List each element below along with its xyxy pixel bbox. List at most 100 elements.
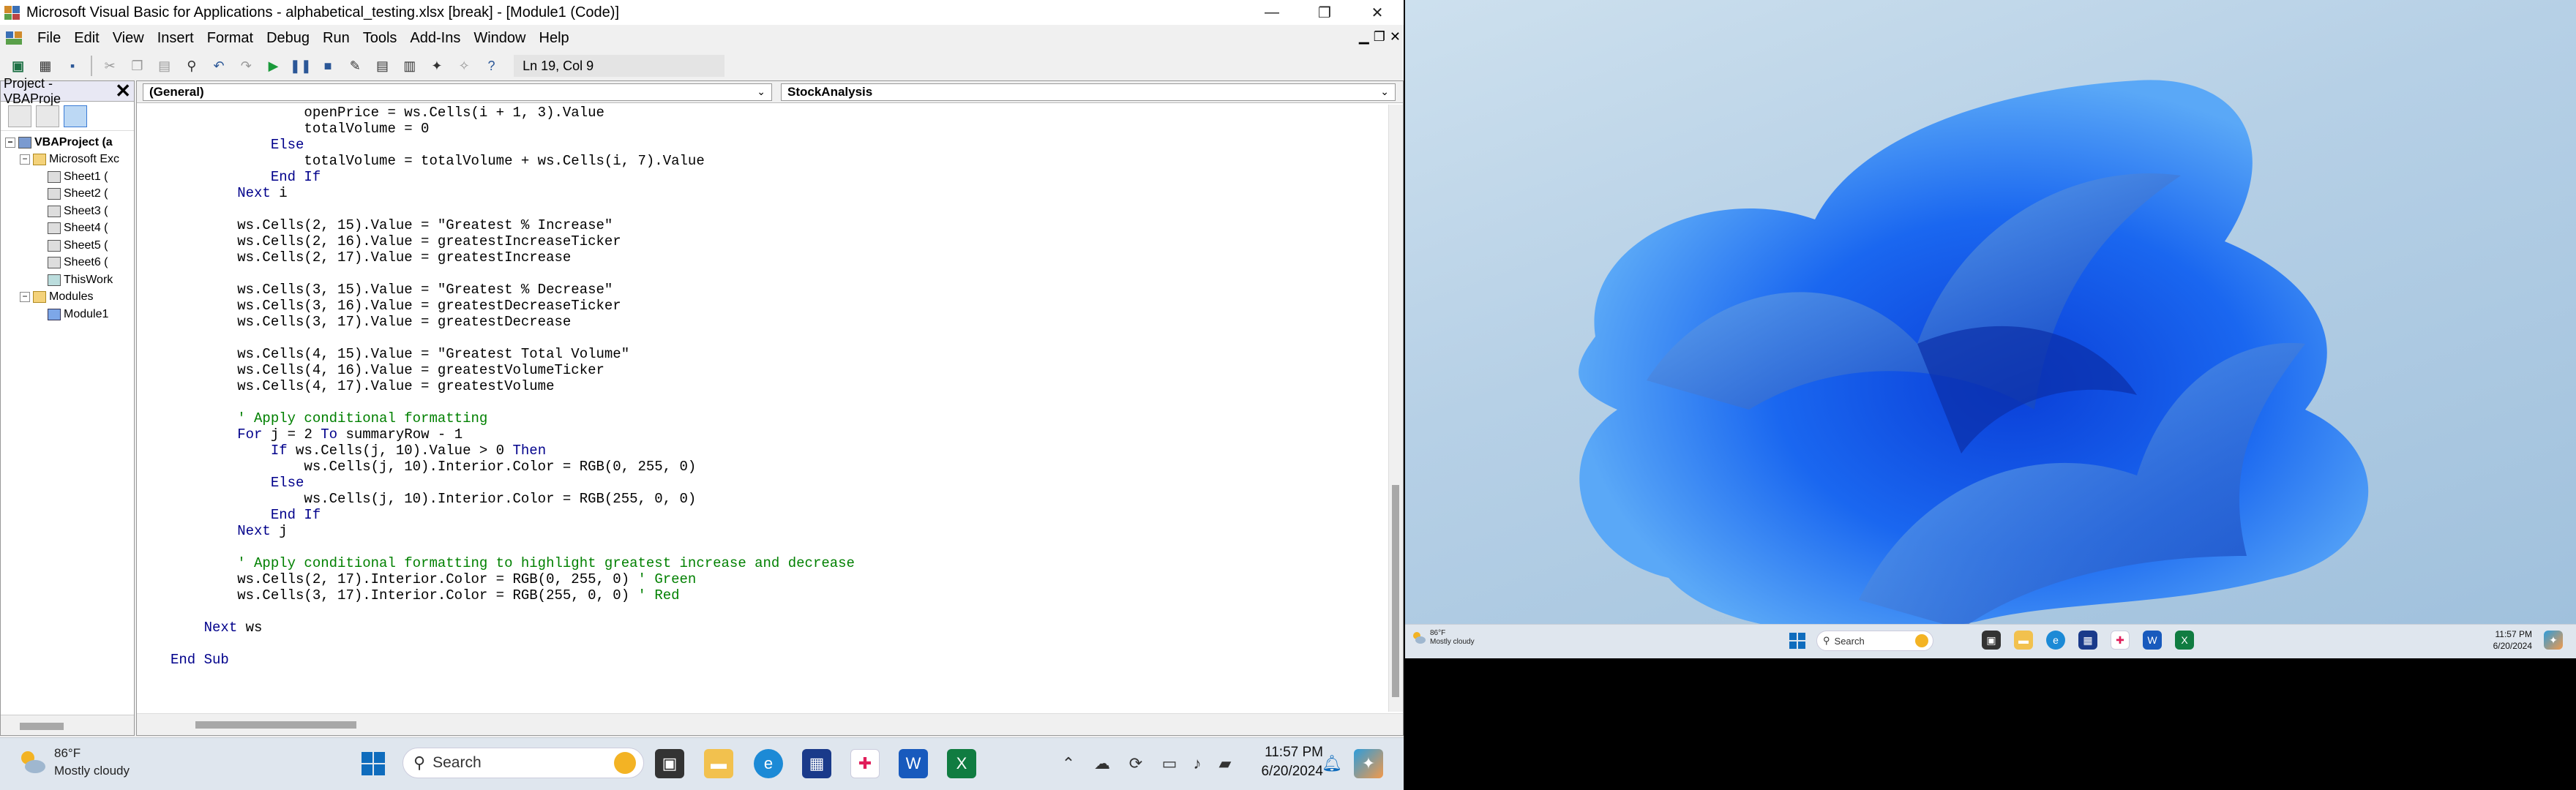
minimize-button[interactable]: — xyxy=(1246,0,1298,25)
copilot-icon[interactable]: ✦ xyxy=(1354,749,1383,778)
word-icon[interactable]: W xyxy=(899,749,928,778)
menu-debug[interactable]: Debug xyxy=(260,30,316,47)
code-line[interactable]: For j = 2 To summaryRow - 1 xyxy=(137,426,1388,443)
display-icon[interactable]: ▭ xyxy=(1155,749,1184,778)
toggle-folders-icon[interactable] xyxy=(64,105,87,127)
restore-button[interactable]: ❐ xyxy=(1298,0,1351,25)
code-line[interactable]: If ws.Cells(j, 10).Value > 0 Then xyxy=(137,443,1388,459)
onedrive-icon[interactable]: ☁ xyxy=(1087,749,1117,778)
code-line[interactable]: ws.Cells(4, 16).Value = greatestVolumeTi… xyxy=(137,362,1388,378)
object-dropdown[interactable]: (General) ⌄ xyxy=(143,83,772,101)
code-line[interactable]: End If xyxy=(137,507,1388,523)
sync-icon[interactable]: ⟳ xyxy=(1121,749,1150,778)
tree-item[interactable]: Sheet1 ( xyxy=(1,168,134,186)
code-line[interactable]: ws.Cells(2, 17).Interior.Color = RGB(0, … xyxy=(137,571,1388,587)
code-line[interactable]: ws.Cells(2, 17).Value = greatestIncrease xyxy=(137,249,1388,266)
code-line[interactable]: Next j xyxy=(137,523,1388,539)
menu-window[interactable]: Window xyxy=(467,30,532,47)
code-line[interactable] xyxy=(137,636,1388,652)
weather-widget-right[interactable]: 86°F Mostly cloudy xyxy=(1411,629,1475,647)
tree-item[interactable]: Sheet5 ( xyxy=(1,237,134,255)
edge-icon[interactable]: e xyxy=(754,749,783,778)
code-line[interactable]: totalVolume = totalVolume + ws.Cells(i, … xyxy=(137,153,1388,169)
code-line[interactable]: totalVolume = 0 xyxy=(137,121,1388,137)
find-icon[interactable]: ⚲ xyxy=(179,54,203,78)
view-object-icon[interactable] xyxy=(36,105,59,127)
code-line[interactable]: ws.Cells(3, 15).Value = "Greatest % Decr… xyxy=(137,282,1388,298)
project-explorer-icon[interactable]: ▤ xyxy=(370,54,394,78)
excel-view-icon[interactable]: ▣ xyxy=(6,54,30,78)
code-line[interactable]: ws.Cells(4, 15).Value = "Greatest Total … xyxy=(137,346,1388,362)
project-close-icon[interactable]: ✕ xyxy=(112,80,134,102)
code-line[interactable] xyxy=(137,603,1388,620)
excel-icon[interactable]: X xyxy=(2175,631,2194,650)
file-explorer-icon[interactable]: ▬ xyxy=(2014,631,2033,650)
design-mode-icon[interactable]: ✎ xyxy=(343,54,367,78)
start-button[interactable] xyxy=(359,749,388,778)
code-line[interactable]: openPrice = ws.Cells(i + 1, 3).Value xyxy=(137,105,1388,121)
code-line[interactable]: End If xyxy=(137,169,1388,185)
code-vertical-scrollbar[interactable] xyxy=(1388,105,1403,712)
code-line[interactable]: End Sub xyxy=(137,652,1388,668)
slack-icon[interactable]: ✚ xyxy=(850,749,880,778)
taskbar-clock[interactable]: 11:57 PM 6/20/2024 xyxy=(1261,743,1323,781)
help-icon[interactable]: ? xyxy=(479,54,503,78)
code-line[interactable] xyxy=(137,539,1388,555)
code-line[interactable]: ws.Cells(j, 10).Interior.Color = RGB(255… xyxy=(137,491,1388,507)
scroll-thumb[interactable] xyxy=(20,723,64,730)
tree-item[interactable]: Sheet6 ( xyxy=(1,255,134,272)
battery-icon[interactable]: ▰ xyxy=(1210,749,1240,778)
code-line[interactable]: Next i xyxy=(137,185,1388,201)
taskbar-search-right[interactable]: ⚲ Search xyxy=(1816,631,1933,651)
code-line[interactable]: ws.Cells(2, 16).Value = greatestIncrease… xyxy=(137,233,1388,249)
menu-tools[interactable]: Tools xyxy=(356,30,404,47)
code-line[interactable]: Next ws xyxy=(137,620,1388,636)
close-button[interactable]: ✕ xyxy=(1351,0,1404,25)
menu-view[interactable]: View xyxy=(106,30,151,47)
toolbox-icon[interactable]: ✧ xyxy=(452,54,476,78)
code-line[interactable]: ws.Cells(3, 17).Interior.Color = RGB(255… xyxy=(137,587,1388,603)
code-line[interactable]: ws.Cells(3, 16).Value = greatestDecrease… xyxy=(137,298,1388,314)
view-code-icon[interactable] xyxy=(8,105,31,127)
scroll-thumb[interactable] xyxy=(1392,485,1399,697)
reset-icon[interactable]: ■ xyxy=(315,54,340,78)
store-icon[interactable]: ▦ xyxy=(802,749,831,778)
tree-item[interactable]: − VBAProject (a xyxy=(1,134,134,151)
save-icon[interactable]: ▪ xyxy=(60,54,84,78)
code-line[interactable]: ws.Cells(j, 10).Interior.Color = RGB(0, … xyxy=(137,459,1388,475)
chevron-up-icon[interactable]: ⌃ xyxy=(1054,749,1083,778)
menu-file[interactable]: File xyxy=(31,30,67,47)
mdi-restore-button[interactable]: ❐ xyxy=(1374,29,1385,45)
code-line[interactable]: ws.Cells(3, 17).Value = greatestDecrease xyxy=(137,314,1388,330)
code-line[interactable] xyxy=(137,394,1388,410)
code-line[interactable]: ws.Cells(2, 15).Value = "Greatest % Incr… xyxy=(137,217,1388,233)
word-icon[interactable]: W xyxy=(2143,631,2162,650)
code-editor[interactable]: openPrice = ws.Cells(i + 1, 3).Value tot… xyxy=(137,105,1388,712)
taskbar-clock-right[interactable]: 11:57 PM 6/20/2024 xyxy=(2493,628,2532,652)
notification-bell-icon[interactable]: 🔔︎ xyxy=(1317,749,1347,778)
excel-icon[interactable]: X xyxy=(947,749,976,778)
code-line[interactable]: ' Apply conditional formatting xyxy=(137,410,1388,426)
code-line[interactable] xyxy=(137,330,1388,346)
code-line[interactable] xyxy=(137,266,1388,282)
project-horizontal-scrollbar[interactable] xyxy=(1,715,134,735)
tree-item[interactable]: Module1 xyxy=(1,306,134,323)
menu-edit[interactable]: Edit xyxy=(67,30,105,47)
store-icon[interactable]: ▦ xyxy=(2078,631,2097,650)
code-line[interactable]: ws.Cells(4, 17).Value = greatestVolume xyxy=(137,378,1388,394)
cut-icon[interactable]: ✂ xyxy=(98,54,122,78)
code-line[interactable]: ' Apply conditional formatting to highli… xyxy=(137,555,1388,571)
volume-icon[interactable]: ♪ xyxy=(1183,749,1212,778)
menu-help[interactable]: Help xyxy=(533,30,576,47)
tree-item[interactable]: − Microsoft Exc xyxy=(1,151,134,169)
code-line[interactable]: Else xyxy=(137,475,1388,491)
redo-icon[interactable]: ↷ xyxy=(234,54,258,78)
code-line[interactable] xyxy=(137,201,1388,217)
task-view-icon[interactable]: ▣ xyxy=(655,749,684,778)
tree-item[interactable]: − Modules xyxy=(1,289,134,306)
menu-insert[interactable]: Insert xyxy=(151,30,201,47)
tree-item[interactable]: Sheet2 ( xyxy=(1,186,134,203)
undo-icon[interactable]: ↶ xyxy=(206,54,231,78)
start-button-right[interactable] xyxy=(1789,632,1806,650)
menu-format[interactable]: Format xyxy=(201,30,260,47)
